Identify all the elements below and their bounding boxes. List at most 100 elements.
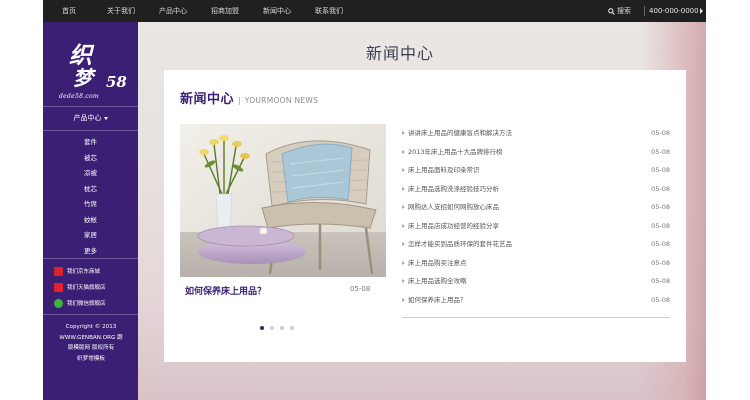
- bullet-arrow-icon: [402, 168, 405, 172]
- news-title: 讲讲床上用品的健康盲点和解决方法: [408, 129, 512, 137]
- hotline-phone: 400-000-0000: [649, 7, 699, 15]
- section-heading: 新闻中心 | YOURMOON NEWS: [180, 88, 318, 107]
- tmall-icon: [54, 282, 63, 292]
- category-item[interactable]: 竹席: [43, 197, 138, 213]
- section-title: 新闻中心: [180, 92, 235, 107]
- nav-products[interactable]: 产品中心: [147, 0, 199, 22]
- shop-link-jd[interactable]: 我们京东商城: [54, 263, 134, 279]
- news-item[interactable]: 床上用品店成功经营的经验分享 05-08: [402, 217, 670, 236]
- topbar-divider: [644, 6, 645, 16]
- news-title: 网购达人支招如何网购放心床品: [408, 203, 499, 211]
- news-date: 05-08: [651, 295, 670, 304]
- left-margin: [0, 0, 43, 400]
- news-date: 05-08: [651, 258, 670, 267]
- slider-dot[interactable]: [290, 326, 294, 330]
- sidebar-divider: [43, 130, 138, 131]
- site-logo[interactable]: 织 梦 58 dede58.com: [43, 30, 138, 106]
- news-date: 05-08: [651, 203, 670, 211]
- featured-news-date: 05-08: [350, 285, 371, 293]
- shop-link-wechat[interactable]: 我们微信旗舰店: [54, 295, 134, 311]
- bullet-arrow-icon: [402, 223, 405, 228]
- category-item[interactable]: 套件: [43, 135, 138, 151]
- top-navigation-bar: 首页 关于我们 产品中心 招商加盟 新闻中心 联系我们 搜索 400-000-0…: [43, 0, 706, 22]
- news-date: 05-08: [651, 277, 670, 285]
- nav-contact[interactable]: 联系我们: [303, 0, 355, 22]
- search-label: 搜索: [617, 7, 631, 15]
- bullet-arrow-icon: [402, 260, 405, 265]
- caret-down-icon: [103, 116, 108, 120]
- news-item[interactable]: 2013年床上用品十大品牌排行榜 05-08: [402, 143, 670, 162]
- news-item[interactable]: 如何保养床上用品？ 05-08: [402, 291, 670, 310]
- news-title: 2013年床上用品十大品牌排行榜: [408, 147, 503, 156]
- product-center-toggle[interactable]: 产品中心: [43, 110, 138, 126]
- sidebar-divider: [43, 314, 138, 315]
- news-date: 05-08: [651, 166, 670, 174]
- category-item[interactable]: 枕芯: [43, 182, 138, 198]
- news-title: 床上用品面料及印染常识: [408, 166, 480, 174]
- featured-news-title[interactable]: 如何保养床上用品？: [185, 284, 266, 297]
- news-panel: 新闻中心 | YOURMOON NEWS 如何保养床上用品？ 05-08 讲讲床…: [164, 70, 686, 362]
- news-date: 05-08: [651, 147, 670, 156]
- news-title: 床上用品选购洗涤经验技巧分析: [408, 184, 499, 193]
- category-item[interactable]: 家居: [43, 228, 138, 244]
- news-title: 床上用品店成功经营的经验分享: [408, 221, 499, 230]
- slider-dot[interactable]: [260, 326, 264, 330]
- news-item[interactable]: 讲讲床上用品的健康盲点和解决方法 05-08: [402, 124, 670, 143]
- shop-label: 我们天猫旗舰店: [67, 285, 106, 291]
- shop-label: 我们京东商城: [67, 269, 101, 275]
- bullet-arrow-icon: [402, 186, 405, 191]
- slider-pagination: [260, 326, 294, 330]
- list-divider: [402, 317, 670, 318]
- shop-label: 我们微信旗舰店: [67, 301, 106, 307]
- sidebar-divider: [43, 106, 138, 107]
- slider-dot[interactable]: [280, 326, 284, 330]
- page-title: 新闻中心: [366, 44, 435, 63]
- news-item[interactable]: 床上用品选购洗涤经验技巧分析 05-08: [402, 180, 670, 199]
- copyright-block: Copyright © 2013 WWW.GENBAN.ORG 跟 版模版网 版…: [47, 322, 135, 364]
- category-list: 套件 被芯 凉被 枕芯 竹席 蚊帐 家居 更多: [43, 135, 138, 259]
- sidebar: 织 梦 58 dede58.com 产品中心 套件 被芯 凉被 枕芯 竹席 蚊帐…: [43, 22, 138, 400]
- category-item[interactable]: 凉被: [43, 166, 138, 182]
- nav-about[interactable]: 关于我们: [95, 0, 147, 22]
- news-item[interactable]: 床上用品购买注意点 05-08: [402, 254, 670, 273]
- news-title: 如何保养床上用品？: [408, 295, 467, 304]
- news-item[interactable]: 床上用品面料及印染常识 05-08: [402, 161, 670, 180]
- news-title: 床上用品购买注意点: [408, 258, 467, 267]
- slider-dot[interactable]: [270, 326, 274, 330]
- bullet-arrow-icon: [402, 242, 405, 246]
- news-date: 05-08: [651, 240, 670, 248]
- news-date: 05-08: [651, 221, 670, 230]
- copyright-line: 织梦常模板: [77, 355, 105, 362]
- section-divider: |: [238, 96, 241, 105]
- news-item[interactable]: 怎样才能买到品质环保的套件花艺品 05-08: [402, 235, 670, 254]
- news-title: 床上用品选购全攻略: [408, 277, 467, 285]
- bullet-arrow-icon: [402, 279, 405, 283]
- bullet-arrow-icon: [402, 131, 405, 135]
- nav-franchise[interactable]: 招商加盟: [199, 0, 251, 22]
- chevron-right-icon: [700, 8, 703, 14]
- news-item[interactable]: 网购达人支招如何网购放心床品 05-08: [402, 198, 670, 217]
- category-item[interactable]: 蚊帐: [43, 213, 138, 229]
- main-nav: 首页 关于我们 产品中心 招商加盟 新闻中心 联系我们: [43, 0, 355, 22]
- nav-home[interactable]: 首页: [43, 0, 95, 22]
- featured-news-image[interactable]: [180, 124, 386, 277]
- search-icon: [608, 7, 615, 15]
- category-item[interactable]: 被芯: [43, 151, 138, 167]
- search-button[interactable]: 搜索: [608, 0, 631, 22]
- bullet-arrow-icon: [402, 149, 405, 154]
- news-date: 05-08: [651, 184, 670, 193]
- news-title: 怎样才能买到品质环保的套件花艺品: [408, 240, 512, 248]
- news-date: 05-08: [651, 129, 670, 137]
- bullet-arrow-icon: [402, 205, 405, 209]
- news-list: 讲讲床上用品的健康盲点和解决方法 05-08 2013年床上用品十大品牌排行榜 …: [402, 124, 670, 309]
- news-item[interactable]: 床上用品选购全攻略 05-08: [402, 272, 670, 291]
- wechat-icon: [54, 298, 63, 308]
- sidebar-divider: [43, 258, 138, 259]
- copyright-line: Copyright © 2013: [65, 324, 117, 330]
- nav-news[interactable]: 新闻中心: [251, 0, 303, 22]
- copyright-line: WWW.GENBAN.ORG 跟: [59, 334, 123, 341]
- shop-link-tmall[interactable]: 我们天猫旗舰店: [54, 279, 134, 295]
- bullet-arrow-icon: [402, 297, 405, 302]
- category-item[interactable]: 更多: [43, 244, 138, 260]
- right-margin: [706, 0, 750, 400]
